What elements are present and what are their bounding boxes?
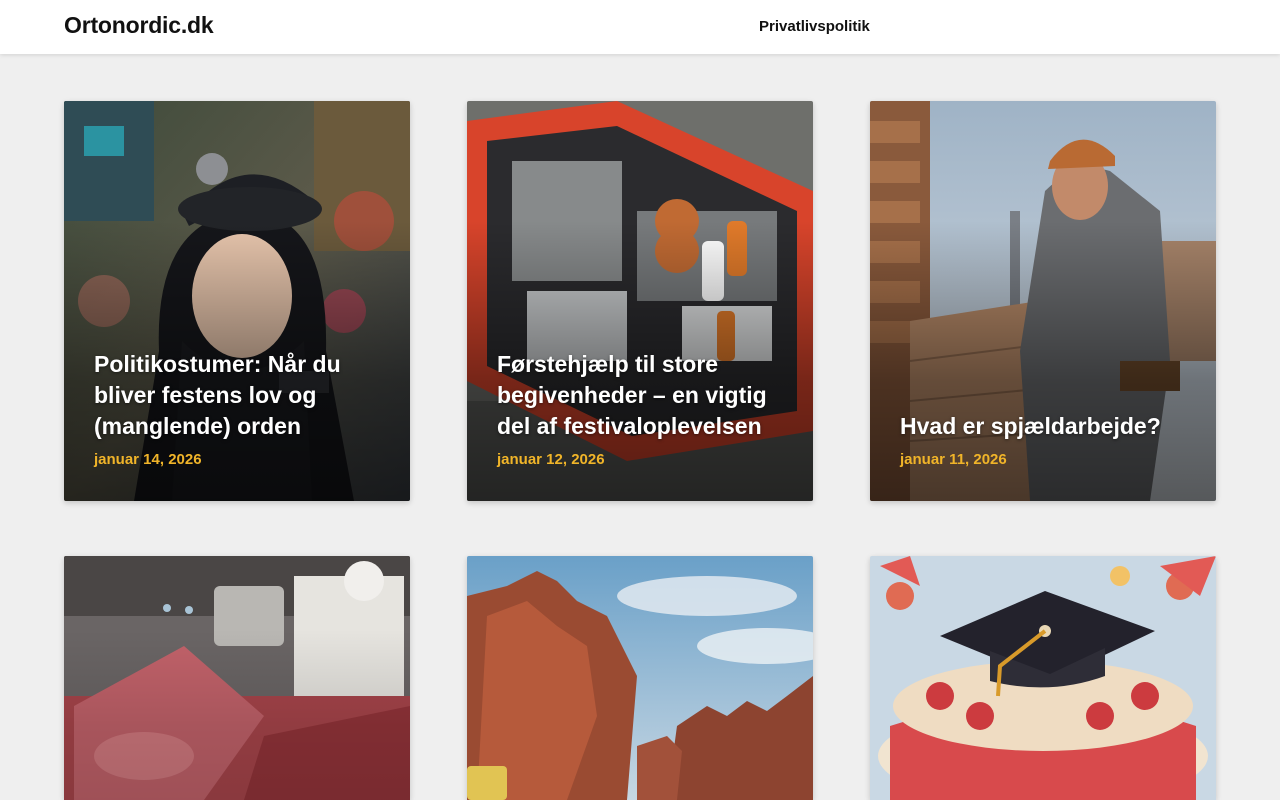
post-card[interactable]: Hvad er spjældarbejde? januar 11, 2026: [870, 101, 1216, 501]
post-card-body: Politikostumer: Når du bliver festens lo…: [94, 349, 380, 468]
post-card[interactable]: [870, 556, 1216, 800]
red-rock-canyon-photo: [467, 556, 813, 800]
image-overlay: [64, 556, 410, 800]
post-title[interactable]: Politikostumer: Når du bliver festens lo…: [94, 349, 380, 442]
post-title[interactable]: Hvad er spjældarbejde?: [900, 411, 1186, 442]
post-title[interactable]: Førstehjælp til store begivenheder – en …: [497, 349, 783, 442]
graduation-cake-photo: [870, 556, 1216, 800]
nav-link-privacy-policy[interactable]: Privatlivspolitik: [759, 18, 870, 35]
post-card[interactable]: Førstehjælp til store begivenheder – en …: [467, 101, 813, 501]
post-date: januar 11, 2026: [900, 451, 1007, 468]
site-header: Ortonordic.dk Privatlivspolitik: [0, 0, 1280, 54]
post-card[interactable]: [64, 556, 410, 800]
post-card-body: Hvad er spjældarbejde? januar 11, 2026: [900, 411, 1186, 468]
site-title-link[interactable]: Ortonordic.dk: [64, 12, 214, 39]
post-card[interactable]: [467, 556, 813, 800]
post-date: januar 12, 2026: [497, 451, 605, 468]
post-card-body: Førstehjælp til store begivenheder – en …: [497, 349, 783, 468]
post-date: januar 14, 2026: [94, 451, 202, 468]
post-card[interactable]: Politikostumer: Når du bliver festens lo…: [64, 101, 410, 501]
